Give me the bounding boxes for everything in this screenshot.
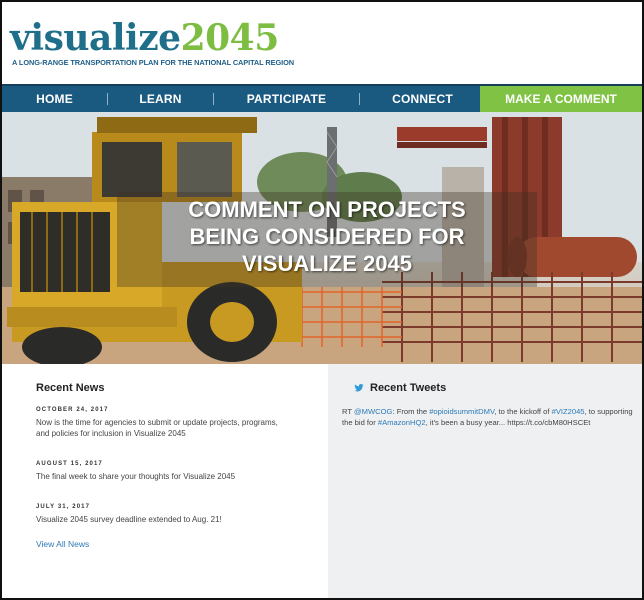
logo-word: visualize [10, 17, 181, 59]
recent-tweets-section: Recent Tweets RT @MWCOG: From the #opioi… [328, 364, 642, 598]
hero-headline-line: VISUALIZE 2045 [242, 251, 412, 276]
news-text[interactable]: The final week to share your thoughts fo… [36, 471, 286, 482]
news-item[interactable]: AUGUST 15, 2017 The final week to share … [36, 461, 328, 482]
twitter-bird-icon [354, 384, 364, 392]
tweet-hashtag-link[interactable]: #VIZ2045 [552, 407, 585, 416]
logo-number: 2045 [180, 17, 280, 59]
news-text[interactable]: Now is the time for agencies to submit o… [36, 417, 286, 439]
tweet-handle-link[interactable]: @MWCOG [354, 407, 393, 416]
tweet-text-segment: , to the kickoff of [494, 407, 552, 416]
nav-connect[interactable]: CONNECT [360, 86, 485, 112]
make-a-comment-button[interactable]: MAKE A COMMENT [480, 86, 642, 112]
news-date: AUGUST 15, 2017 [36, 461, 103, 467]
hero-banner[interactable]: COMMENT ON PROJECTS BEING CONSIDERED FOR… [2, 112, 642, 364]
nav-learn[interactable]: LEARN [108, 86, 213, 112]
recent-tweets-header: Recent Tweets [354, 382, 632, 394]
hero-headline-line: BEING CONSIDERED FOR [189, 224, 465, 249]
site-header: visualize2045 A LONG-RANGE TRANSPORTATIO… [2, 2, 642, 84]
tweet-rt: RT [342, 407, 354, 416]
site-logo[interactable]: visualize2045 [10, 20, 279, 56]
nav-home[interactable]: HOME [2, 86, 107, 112]
main-nav: HOME LEARN PARTICIPATE CONNECT MAKE A CO… [2, 84, 642, 112]
news-date: JULY 31, 2017 [36, 504, 91, 510]
recent-news-title: Recent News [36, 382, 105, 394]
hero-headline-line: COMMENT ON PROJECTS [188, 197, 466, 222]
tweet-hashtag-link[interactable]: #AmazonHQ2 [378, 418, 426, 427]
nav-participate[interactable]: PARTICIPATE [214, 86, 359, 112]
hero-headline: COMMENT ON PROJECTS BEING CONSIDERED FOR… [122, 196, 532, 277]
tweet-text: RT @MWCOG: From the #opioidsummitDMV, to… [342, 406, 638, 428]
news-text[interactable]: Visualize 2045 survey deadline extended … [36, 514, 286, 525]
news-item[interactable]: JULY 31, 2017 Visualize 2045 survey dead… [36, 504, 328, 525]
tweet-hashtag-link[interactable]: #opioidsummitDMV [429, 407, 494, 416]
view-all-news-link[interactable]: View All News [36, 539, 328, 549]
recent-news-section: Recent News OCTOBER 24, 2017 Now is the … [2, 364, 328, 598]
browser-frame: visualize2045 A LONG-RANGE TRANSPORTATIO… [0, 0, 644, 600]
news-date: OCTOBER 24, 2017 [36, 407, 109, 413]
tweet-text-segment: : From the [392, 407, 430, 416]
site-tagline: A LONG-RANGE TRANSPORTATION PLAN FOR THE… [12, 58, 294, 67]
recent-tweets-title: Recent Tweets [370, 382, 447, 394]
news-item[interactable]: OCTOBER 24, 2017 Now is the time for age… [36, 407, 328, 439]
tweet-text-segment: , it's been a busy year... https://t.co/… [425, 418, 591, 427]
